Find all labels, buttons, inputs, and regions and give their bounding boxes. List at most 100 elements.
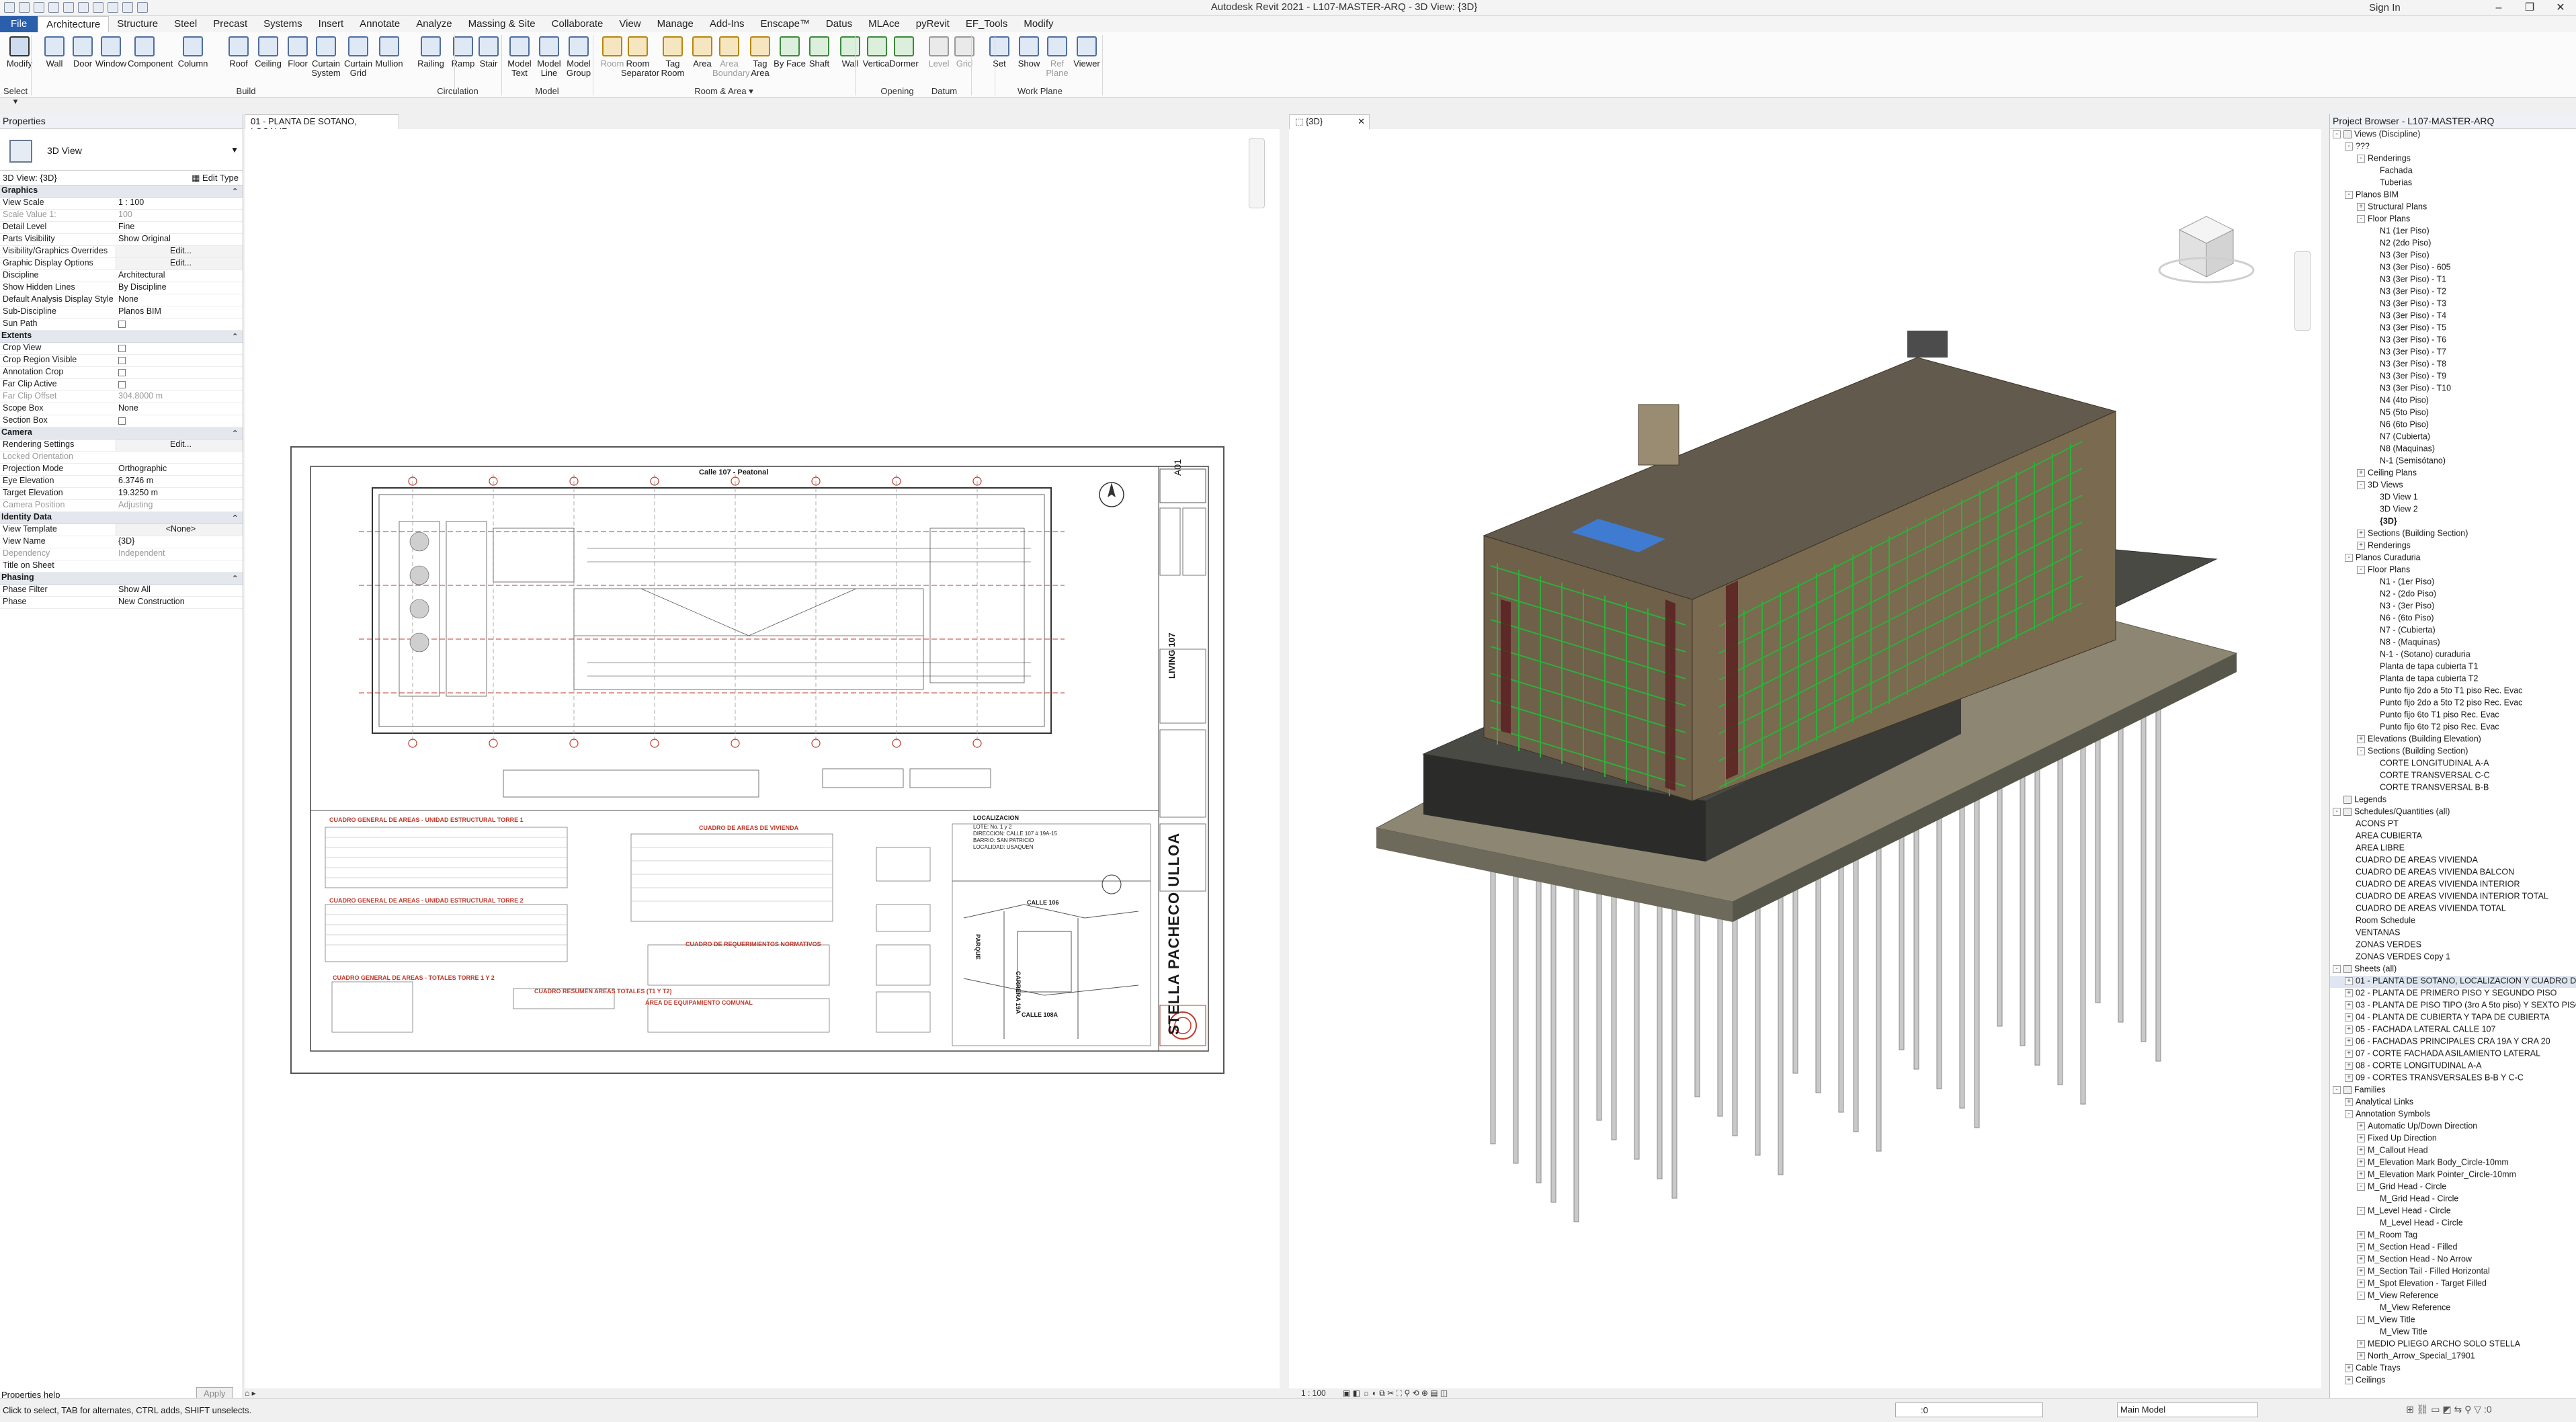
tab-enscape[interactable]: Enscape™ — [753, 16, 818, 32]
property-value[interactable]: Adjusting — [116, 500, 243, 511]
expand-icon[interactable]: + — [2357, 1255, 2365, 1263]
browser-node[interactable]: Room Schedule — [2330, 915, 2576, 927]
3d-navigation-bar[interactable] — [2294, 251, 2311, 331]
print-icon[interactable] — [78, 2, 89, 13]
browser-node[interactable]: N3 (3er Piso) — [2330, 250, 2576, 262]
tab-view[interactable]: View — [611, 16, 649, 32]
browser-node[interactable]: Punto fijo 2do a 5to T1 piso Rec. Evac — [2330, 685, 2576, 698]
property-edit-button[interactable]: Edit... — [116, 258, 243, 269]
browser-node[interactable]: CUADRO DE AREAS VIVIENDA BALCON — [2330, 867, 2576, 879]
browser-node[interactable]: N7 (Cubierta) — [2330, 431, 2576, 444]
browser-node[interactable]: VENTANAS — [2330, 927, 2576, 939]
panel-circulation[interactable]: Circulation — [414, 86, 501, 97]
view-scale[interactable]: 1 : 100 — [1301, 1388, 1326, 1398]
property-value[interactable]: Architectural — [116, 270, 243, 282]
tab-sheet-01[interactable]: 01 - PLANTA DE SOTANO, LOCALIZ... — [245, 114, 399, 136]
expand-icon[interactable]: + — [2345, 1061, 2353, 1070]
design-option-selector[interactable]: Main Model — [2117, 1403, 2258, 1417]
browser-node[interactable]: + Renderings — [2330, 540, 2576, 552]
browser-node[interactable]: + Analytical Links — [2330, 1097, 2576, 1109]
workset-selector[interactable] — [1895, 1403, 2043, 1417]
browser-node[interactable]: CUADRO DE AREAS VIVIENDA INTERIOR — [2330, 879, 2576, 891]
browser-node[interactable]: Punto fijo 6to T2 piso Rec. Evac — [2330, 722, 2576, 734]
tab-annotate[interactable]: Annotate — [351, 16, 408, 32]
browser-node[interactable]: CORTE LONGITUDINAL A-A — [2330, 758, 2576, 770]
browser-node[interactable]: + Cable Trays — [2330, 1363, 2576, 1375]
property-edit-button[interactable]: Edit... — [116, 246, 243, 257]
browser-node[interactable]: +05 - FACHADA LATERAL CALLE 107 — [2330, 1024, 2576, 1036]
ribbon-column-button[interactable]: Column — [176, 35, 210, 83]
browser-node[interactable]: N3 - (3er Piso) — [2330, 601, 2576, 613]
browser-node[interactable]: Planta de tapa cubierta T1 — [2330, 661, 2576, 673]
browser-node[interactable]: N6 - (6to Piso) — [2330, 613, 2576, 625]
type-selector[interactable]: 3D View ▼ — [0, 129, 243, 171]
browser-node[interactable]: N1 (1er Piso) — [2330, 226, 2576, 238]
ribbon-ref-plane-button[interactable]: Ref Plane — [1040, 35, 1074, 83]
ribbon-viewer-button[interactable]: Viewer — [1070, 35, 1104, 83]
browser-node[interactable]: +07 - CORTE FACHADA ASILAMIENTO LATERAL — [2330, 1048, 2576, 1060]
browser-node[interactable]: +08 - CORTE LONGITUDINAL A-A — [2330, 1060, 2576, 1073]
browser-node[interactable]: + Sections (Building Section) — [2330, 528, 2576, 540]
browser-node[interactable]: N3 (3er Piso) - T4 — [2330, 310, 2576, 323]
property-edit-button[interactable]: Edit... — [116, 440, 243, 451]
collapse-icon[interactable]: - — [2333, 964, 2341, 973]
browser-node[interactable]: +09 - CORTES TRANSVERSALES B-B Y C-C — [2330, 1073, 2576, 1085]
ribbon-tag-area-button[interactable]: Tag Area — [743, 35, 777, 83]
browser-node[interactable]: - Renderings — [2330, 153, 2576, 165]
browser-node[interactable]: N1 - (1er Piso) — [2330, 577, 2576, 589]
tab-file[interactable]: File — [0, 16, 38, 32]
browser-node[interactable]: + M_Callout Head — [2330, 1145, 2576, 1157]
property-value[interactable]: 304.8000 m — [116, 391, 243, 403]
browser-node[interactable]: - Planos Curaduria — [2330, 552, 2576, 564]
3d-view-icon[interactable] — [122, 2, 133, 13]
property-checkbox[interactable] — [118, 369, 126, 376]
expand-icon[interactable]: + — [2357, 1134, 2365, 1142]
property-value[interactable]: Independent — [116, 548, 243, 560]
navigation-bar[interactable] — [1249, 138, 1265, 208]
browser-node[interactable]: 3D View 1 — [2330, 492, 2576, 504]
browser-node[interactable]: M_View Title — [2330, 1327, 2576, 1339]
property-checkbox[interactable] — [118, 417, 126, 425]
browser-node[interactable]: N3 (3er Piso) - T6 — [2330, 335, 2576, 347]
browser-node[interactable]: M_View Reference — [2330, 1302, 2576, 1314]
browser-node[interactable]: + Elevations (Building Elevation) — [2330, 734, 2576, 746]
panel-model[interactable]: Model — [501, 86, 593, 97]
group-identity-data[interactable]: Identity Data ⌃ — [0, 512, 243, 524]
browser-node[interactable]: - Floor Plans — [2330, 564, 2576, 577]
browser-node[interactable]: CORTE TRANSVERSAL B-B — [2330, 782, 2576, 794]
maximize-button[interactable]: ❐ — [2514, 0, 2545, 16]
browser-node[interactable]: N3 (3er Piso) - 605 — [2330, 262, 2576, 274]
ribbon-stair-button[interactable]: Stair — [472, 35, 505, 83]
sync-icon[interactable] — [34, 2, 44, 13]
collapse-icon[interactable]: - — [2345, 553, 2353, 562]
expand-icon[interactable]: + — [2357, 1122, 2365, 1130]
browser-node[interactable]: Tuberias — [2330, 177, 2576, 190]
collapse-icon[interactable]: - — [2333, 1085, 2341, 1094]
minimize-button[interactable]: – — [2483, 0, 2514, 16]
ribbon-model-text-button[interactable]: Model Text — [503, 35, 536, 83]
collapse-icon[interactable]: - — [2357, 154, 2365, 163]
tab-mlace[interactable]: MLAce — [860, 16, 908, 32]
tab-precast[interactable]: Precast — [205, 16, 255, 32]
browser-node[interactable]: -3D Views — [2330, 480, 2576, 492]
collapse-icon[interactable]: ⌃ — [232, 186, 239, 196]
expand-icon[interactable]: + — [2357, 1267, 2365, 1275]
browser-node[interactable]: + M_Section Head - Filled — [2330, 1242, 2576, 1254]
panel-build[interactable]: Build — [38, 86, 454, 97]
redo-icon[interactable] — [63, 2, 74, 13]
expand-icon[interactable]: + — [2345, 976, 2353, 985]
browser-node[interactable]: N8 (Maquinas) — [2330, 444, 2576, 456]
collapse-icon[interactable]: - — [2333, 807, 2341, 816]
browser-splitter[interactable] — [2321, 114, 2329, 1398]
browser-node[interactable]: + Fixed Up Direction — [2330, 1133, 2576, 1145]
browser-node[interactable]: +03 - PLANTA DE PISO TIPO (3ro A 5to pis… — [2330, 1000, 2576, 1012]
browser-node[interactable]: CUADRO DE AREAS VIVIENDA — [2330, 855, 2576, 867]
property-value[interactable] — [116, 560, 243, 572]
expand-icon[interactable]: + — [2345, 1013, 2353, 1021]
property-value[interactable] — [116, 452, 243, 463]
view-controls-icons[interactable]: ▣ ◧ ☼ ◐ ⧉ ✂ ⛶ ⚲ ⟲ ⊕ ▤ ◫ — [1343, 1388, 1448, 1398]
expand-icon[interactable]: + — [2357, 541, 2365, 550]
sheet-view-control-bar[interactable]: ⌂ ▸ — [245, 1388, 256, 1398]
ribbon-tag-room-button[interactable]: Tag Room — [656, 35, 690, 83]
browser-node[interactable]: +06 - FACHADAS PRINCIPALES CRA 19A Y CRA… — [2330, 1036, 2576, 1048]
